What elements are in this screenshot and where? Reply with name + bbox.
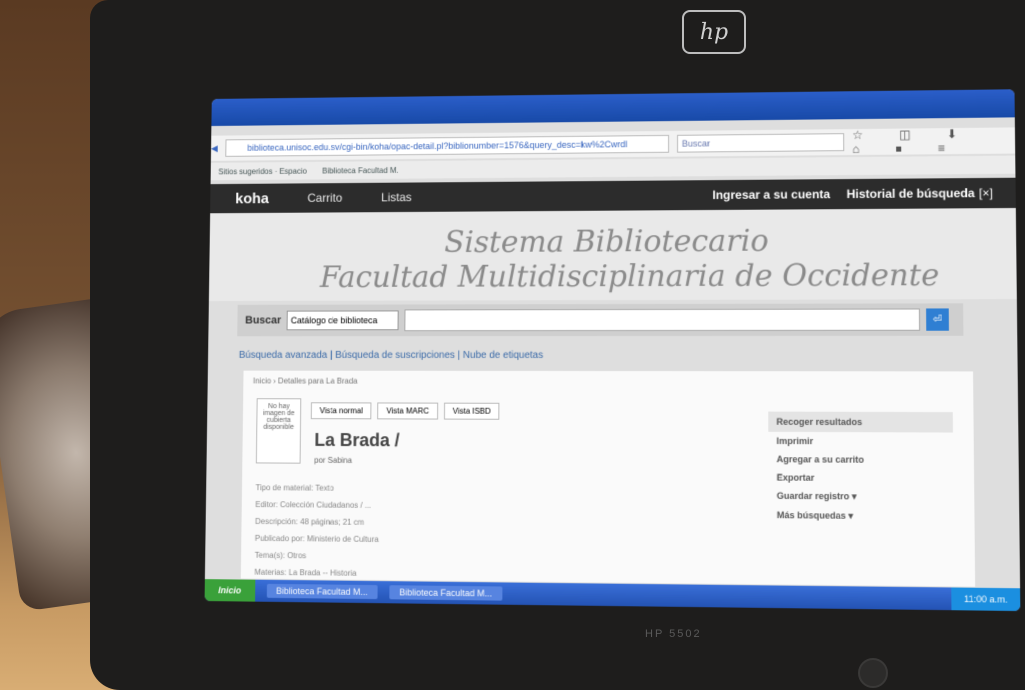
catalog-search-input[interactable]	[404, 308, 921, 332]
start-button[interactable]: Inicio	[204, 579, 255, 602]
record-detail-panel: Inicio › Detalles para La Brada No hay i…	[239, 369, 977, 588]
library-banner: Sistema Bibliotecario Facultad Multidisc…	[208, 207, 1017, 302]
add-to-cart-link[interactable]: Agregar a su carrito	[768, 450, 953, 469]
search-history-link[interactable]: Historial de búsqueda	[846, 186, 974, 201]
record-title: La Brada /	[314, 430, 400, 451]
banner-line1: Sistema Bibliotecario	[444, 223, 769, 260]
record-author[interactable]: por Sabina	[314, 456, 352, 465]
detail-line: Publicado por: Ministerio de Cultura	[254, 533, 379, 544]
save-record-link[interactable]: Guardar registro ▾	[768, 487, 953, 508]
hp-logo-icon: hp	[682, 10, 746, 54]
taskbar-item[interactable]: Biblioteca Facultad M...	[389, 585, 503, 601]
detail-line: Descripción: 48 páginas; 21 cm	[255, 516, 365, 527]
tab-normal-view[interactable]: Vista normal	[310, 402, 372, 420]
history-count: [×]	[978, 185, 994, 201]
catalog-search-bar: Buscar Catálogo de biblioteca ⏎	[237, 303, 964, 337]
system-tray: 11:00 a.m.	[951, 587, 1021, 612]
bookmark-item[interactable]: Sitios sugeridos · Espacio	[218, 166, 307, 176]
search-label: Buscar	[245, 314, 282, 327]
print-link[interactable]: Imprimir	[768, 432, 953, 451]
record-actions-sidebar: Recoger resultados Imprimir Agregar a su…	[768, 411, 954, 527]
koha-logo[interactable]: koha	[235, 190, 269, 207]
cover-placeholder: No hay imagen de cubierta disponible	[255, 398, 302, 464]
toolbar-icons[interactable]: ☆ ◫ ⬇ ⌂ ⏹ ≡	[852, 126, 1015, 157]
sidebar-header: Recoger resultados	[768, 411, 953, 433]
more-searches-link[interactable]: Más búsquedas ▾	[769, 506, 954, 527]
detail-line: Tipo de material: Texto	[255, 483, 334, 493]
export-link[interactable]: Exportar	[768, 468, 953, 487]
monitor-screen: ◀ biblioteca.unisoc.edu.sv/cgi-bin/koha/…	[204, 89, 1021, 612]
bookmark-item[interactable]: Biblioteca Facultad M.	[322, 166, 398, 175]
address-bar[interactable]: biblioteca.unisoc.edu.sv/cgi-bin/koha/op…	[225, 134, 669, 157]
catalog-select[interactable]: Catálogo de biblioteca	[286, 310, 399, 331]
detail-line: Tema(s): Otros	[254, 550, 307, 561]
tab-isbd-view[interactable]: Vista ISBD	[443, 402, 500, 420]
search-go-icon[interactable]: ⏎	[926, 308, 949, 331]
cart-menu[interactable]: Carrito	[307, 191, 342, 205]
record-details: Tipo de material: Texto Editor: Colecció…	[254, 479, 379, 582]
tab-marc-view[interactable]: Vista MARC	[377, 402, 438, 420]
view-tabs: Vista normal Vista MARC Vista ISBD	[310, 402, 500, 420]
banner-line2: Facultad Multidisciplinaria de Occidente	[319, 257, 940, 295]
taskbar-item[interactable]: Biblioteca Facultad M...	[266, 583, 378, 600]
back-icon[interactable]: ◀	[211, 143, 218, 154]
browser-search-input[interactable]: Buscar	[676, 133, 845, 153]
search-links[interactable]: Búsqueda avanzada | Búsqueda de suscripc…	[239, 350, 543, 361]
lists-menu[interactable]: Listas	[381, 190, 412, 204]
detail-line: Editor: Colección Ciudadanos / ...	[255, 500, 372, 510]
breadcrumb[interactable]: Inicio › Detalles para La Brada	[243, 371, 973, 393]
power-button[interactable]	[858, 658, 888, 688]
model-label: HP 5502	[645, 628, 702, 640]
login-link[interactable]: Ingresar a su cuenta	[712, 187, 830, 202]
